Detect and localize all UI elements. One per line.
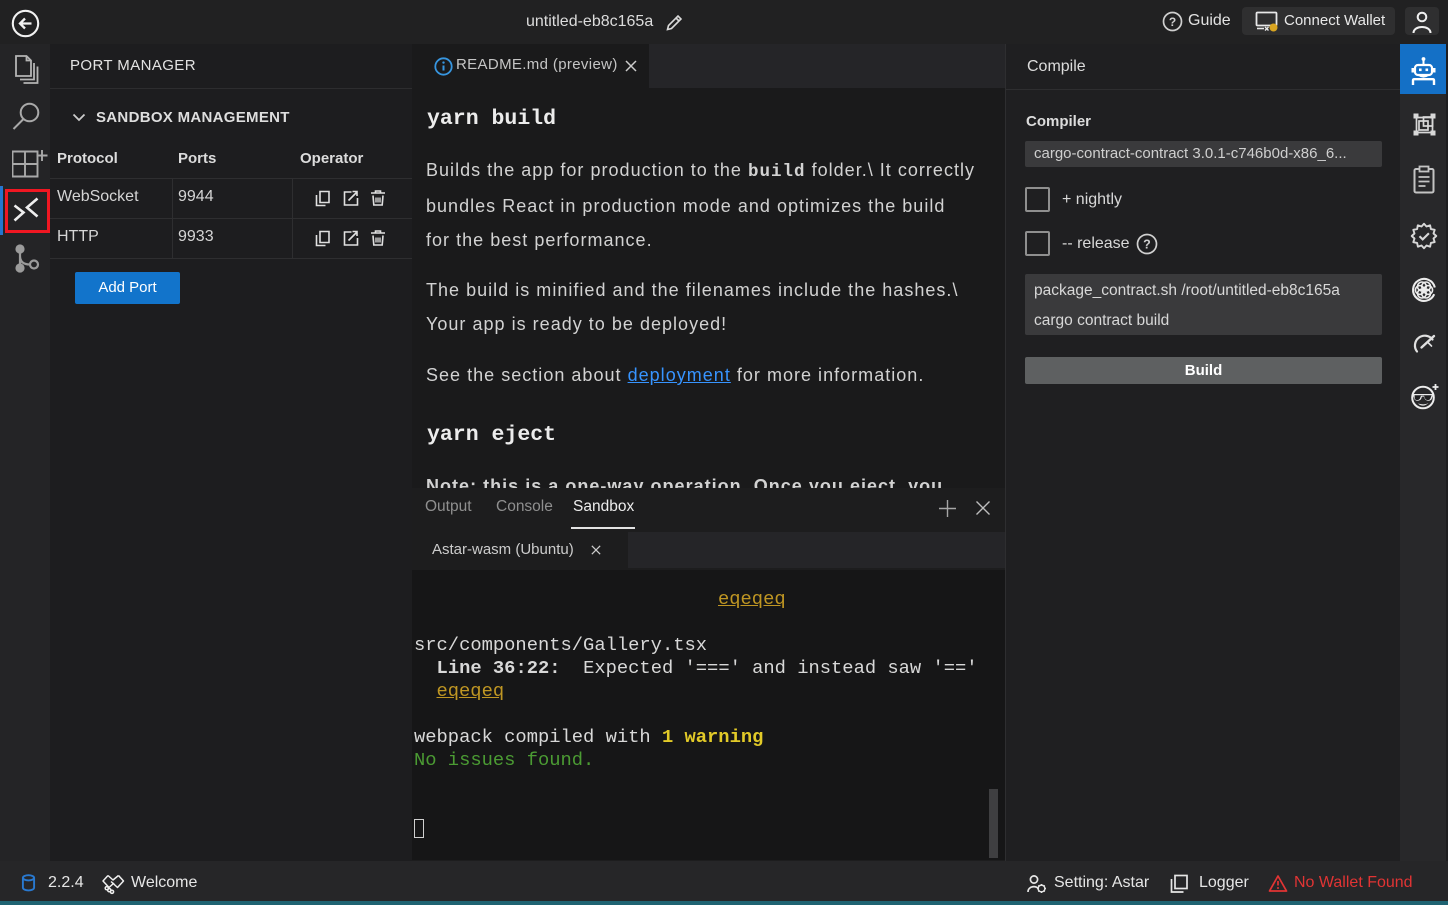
svg-text:?: ? [1143,238,1151,252]
svg-text:?: ? [1169,15,1176,29]
